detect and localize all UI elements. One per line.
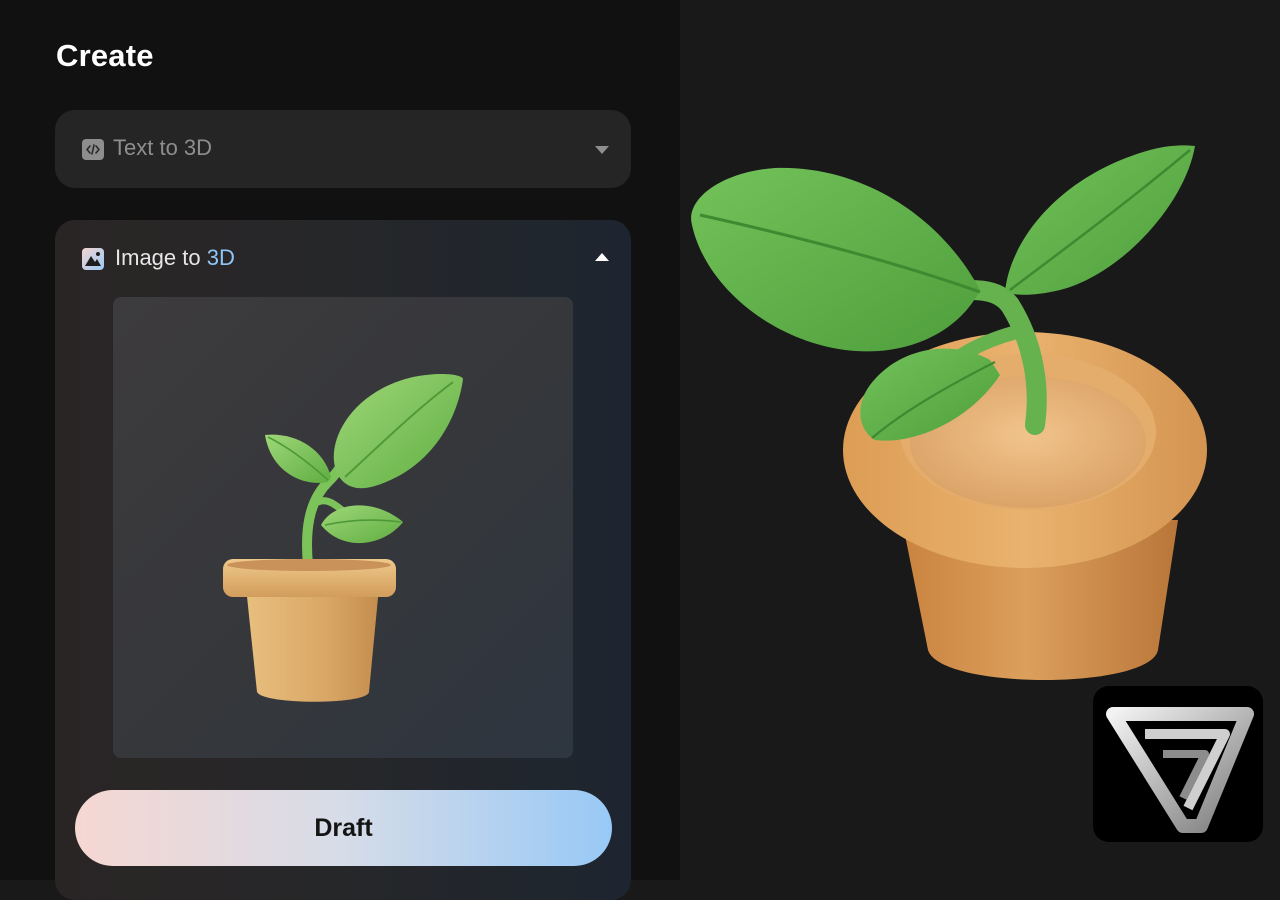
text-to-3d-dropdown[interactable]: Text to 3D <box>55 110 631 188</box>
create-panel: Create Text to 3D Image to 3D Draft <box>0 0 680 900</box>
potted-plant-image <box>223 373 463 702</box>
page-title: Create <box>56 38 154 73</box>
image-to-3d-label-prefix: Image to <box>115 245 207 270</box>
image-to-3d-section: Image to 3D Draft <box>55 220 631 900</box>
image-to-3d-label: Image to 3D <box>115 245 235 271</box>
draft-button[interactable]: Draft <box>75 790 612 866</box>
app-logo <box>1093 686 1263 842</box>
image-to-3d-label-accent: 3D <box>206 245 235 270</box>
chevron-up-icon[interactable] <box>594 252 610 262</box>
text-to-3d-label: Text to 3D <box>113 135 213 160</box>
image-icon <box>82 248 104 270</box>
code-icon <box>82 139 104 160</box>
chevron-down-icon[interactable] <box>594 145 610 155</box>
logo-mark <box>1106 707 1254 833</box>
image-upload-preview[interactable] <box>113 297 573 758</box>
potted-plant-3d-model[interactable] <box>680 0 1280 700</box>
